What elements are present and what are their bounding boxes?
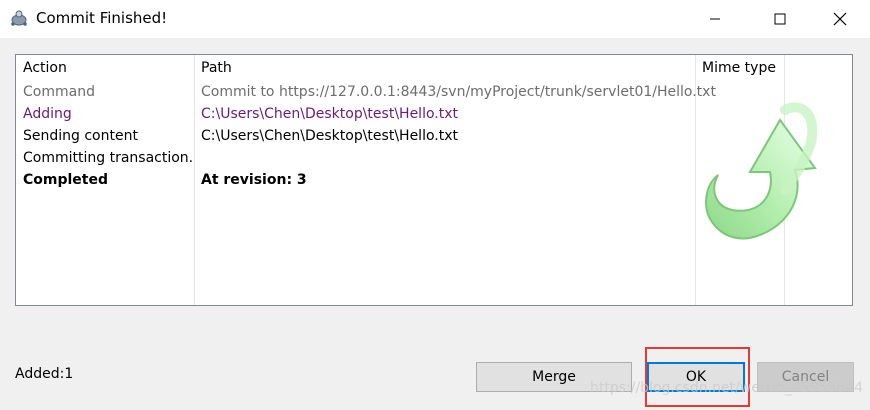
row-path: Commit to https://127.0.0.1:8443/svn/myP…	[201, 84, 716, 100]
column-header-mime-type[interactable]: Mime type	[702, 60, 776, 76]
row-path: C:\Users\Chen\Desktop\test\Hello.txt	[201, 128, 458, 144]
cancel-button[interactable]: Cancel	[757, 362, 854, 392]
row-action: Sending content	[23, 128, 138, 144]
row-action: Committing transaction...	[23, 150, 193, 166]
close-button[interactable]	[817, 0, 863, 38]
green-curved-arrow-icon	[705, 102, 818, 240]
row-action: Command	[23, 84, 95, 100]
row-action: Completed	[23, 172, 109, 188]
merge-button[interactable]: Merge	[476, 362, 632, 392]
column-header-action[interactable]: Action	[23, 60, 67, 76]
minimize-icon	[710, 18, 720, 20]
added-count: Added:1	[15, 366, 74, 382]
maximize-button[interactable]	[757, 0, 803, 38]
column-header-path[interactable]: Path	[201, 60, 232, 76]
tortoise-icon	[11, 10, 27, 26]
window-title: Commit Finished!	[36, 9, 168, 27]
row-action: Adding	[23, 106, 72, 122]
commit-finished-dialog: Commit Finished! Action Path Mime type C…	[0, 0, 870, 410]
minimize-button[interactable]	[692, 0, 738, 38]
ok-button[interactable]: OK	[647, 362, 745, 392]
row-path: At revision: 3	[201, 172, 307, 188]
title-bar: Commit Finished!	[0, 0, 870, 38]
close-icon	[833, 12, 847, 26]
maximize-icon	[774, 13, 786, 25]
row-path: C:\Users\Chen\Desktop\test\Hello.txt	[201, 106, 458, 122]
